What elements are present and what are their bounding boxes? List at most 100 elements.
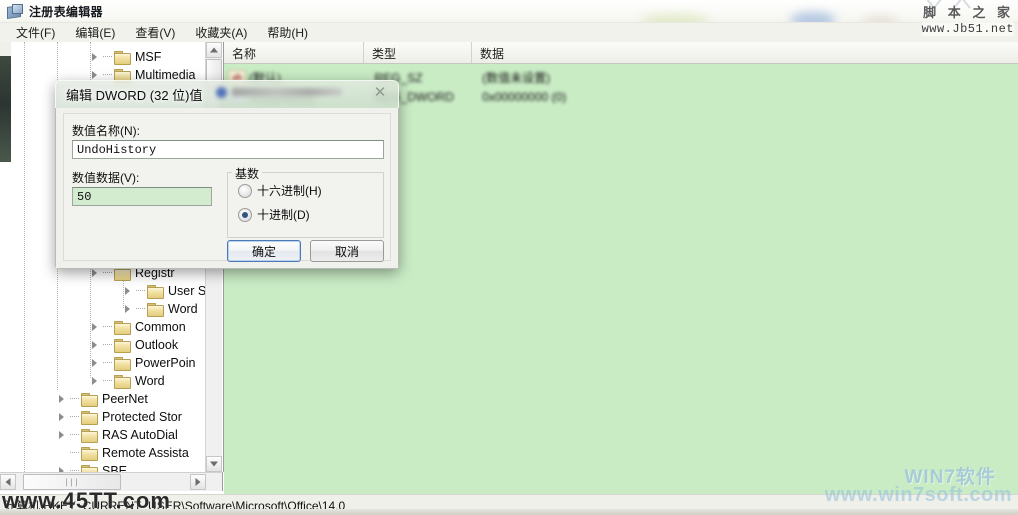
menu-file[interactable]: 文件(F): [6, 22, 65, 44]
dialog-title-bar[interactable]: 编辑 DWORD (32 位)值 ✕: [55, 80, 399, 108]
expand-arrow-icon[interactable]: [123, 304, 134, 315]
menu-favorites[interactable]: 收藏夹(A): [185, 22, 257, 44]
tree-node[interactable]: Common: [90, 318, 186, 336]
tree-dot-line: [103, 56, 112, 58]
base-group-label: 基数: [232, 165, 263, 182]
value-name-label: 数值名称(N):: [72, 124, 140, 138]
ok-button[interactable]: 确定: [227, 240, 301, 262]
tree-node[interactable]: User Se: [123, 282, 213, 300]
tree-dot-line: [70, 434, 79, 436]
folder-icon: [81, 428, 98, 443]
tree-node-label: Remote Assista: [102, 446, 189, 460]
tree-node-label: Word: [168, 302, 198, 316]
dialog-title: 编辑 DWORD (32 位)值: [66, 88, 203, 103]
folder-icon: [81, 446, 98, 461]
tree-node-label: MSF: [135, 50, 162, 64]
expand-arrow-icon[interactable]: [90, 376, 101, 387]
arrow-up-icon: [210, 47, 218, 53]
scroll-left-button[interactable]: [0, 474, 16, 490]
folder-icon: [147, 302, 164, 317]
column-header-name[interactable]: 名称: [224, 42, 364, 63]
tree-node[interactable]: PowerPoin: [90, 354, 195, 372]
tree-edge-light: [0, 42, 11, 56]
menu-edit[interactable]: 编辑(E): [65, 22, 125, 44]
scroll-down-button[interactable]: [206, 456, 222, 472]
radio-hexadecimal-icon[interactable]: [238, 183, 252, 198]
column-header-type[interactable]: 类型: [364, 42, 472, 63]
tree-node-label: Protected Stor: [102, 410, 182, 424]
expand-arrow-icon[interactable]: [90, 358, 101, 369]
tree-dot-line: [103, 344, 112, 346]
cell-data: (数值未设置): [482, 71, 551, 85]
tree-node[interactable]: Outlook: [90, 336, 178, 354]
cancel-button[interactable]: 取消: [310, 240, 384, 262]
tree-dot-line: [70, 416, 79, 418]
tree-node-label: Outlook: [135, 338, 179, 352]
expand-arrow-icon[interactable]: [90, 70, 101, 81]
expand-arrow-icon[interactable]: [123, 286, 134, 297]
tree-node[interactable]: PeerNet: [57, 390, 148, 408]
folder-icon: [114, 50, 131, 65]
menu-view[interactable]: 查看(V): [125, 22, 185, 44]
list-column-headers: 名称 类型 数据: [224, 42, 1018, 64]
tree-node-label: RAS AutoDial: [102, 428, 178, 442]
tree-hscroll-thumb[interactable]: ∣∣∣: [23, 474, 121, 490]
tree-dot-line: [70, 452, 79, 454]
folder-icon: [81, 464, 98, 472]
folder-icon: [114, 338, 131, 353]
radio-hexadecimal-label: 十六进制(H): [257, 184, 322, 198]
expand-arrow-icon[interactable]: [90, 268, 101, 279]
expand-arrow-icon[interactable]: [90, 52, 101, 63]
cell-data: 0x00000000 (0): [482, 89, 567, 104]
tree-dot-line: [103, 272, 112, 274]
tree-node-label: Word: [135, 374, 165, 388]
dialog-body: 数值名称(N): UndoHistory 数值数据(V): 50 基数 十六进制…: [55, 108, 399, 269]
expand-arrow-icon[interactable]: [90, 340, 101, 351]
radio-decimal[interactable]: 十进制(D): [238, 206, 310, 223]
close-icon[interactable]: ✕: [369, 84, 391, 101]
screen: 注册表编辑器 文件(F) 编辑(E) 查看(V) 收藏夹(A) 帮助(H) MS…: [0, 0, 1018, 515]
dialog-inner-frame: 数值名称(N): UndoHistory 数值数据(V): 50 基数 十六进制…: [63, 113, 391, 262]
tree-dot-line: [70, 398, 79, 400]
tree-dot-line: [136, 308, 145, 310]
tree-node[interactable]: Remote Assista: [57, 444, 189, 462]
value-data-label: 数值数据(V):: [72, 171, 140, 185]
showthrough-dot-icon: [216, 86, 227, 98]
value-name-input[interactable]: UndoHistory: [72, 140, 384, 159]
radio-hexadecimal[interactable]: 十六进制(H): [238, 182, 322, 199]
tree-node-label: PeerNet: [102, 392, 148, 406]
tree-node-label: SBE: [102, 464, 128, 472]
expand-arrow-icon[interactable]: [90, 322, 101, 333]
radio-decimal-label: 十进制(D): [257, 208, 310, 222]
tree-horizontal-scrollbar[interactable]: ∣∣∣: [0, 472, 223, 491]
folder-icon: [114, 356, 131, 371]
folder-icon: [81, 392, 98, 407]
column-header-data[interactable]: 数据: [472, 42, 1018, 63]
tree-node[interactable]: Protected Stor: [57, 408, 182, 426]
expand-arrow-icon[interactable]: [57, 394, 68, 405]
expand-arrow-icon[interactable]: [57, 430, 68, 441]
radio-decimal-icon[interactable]: [238, 207, 252, 222]
window-bottom-edge: [0, 509, 1018, 515]
tree-node[interactable]: SBE: [57, 462, 127, 472]
registry-editor-icon: [6, 3, 23, 20]
value-data-input[interactable]: 50: [72, 187, 212, 206]
tree-connector: [24, 42, 26, 472]
arrow-down-icon: [210, 461, 218, 467]
tree-node[interactable]: MSF: [90, 48, 161, 66]
arrow-right-icon: [195, 478, 201, 486]
folder-icon: [114, 320, 131, 335]
menu-help[interactable]: 帮助(H): [257, 22, 318, 44]
tree-node[interactable]: Word: [90, 372, 165, 390]
tree-edge-shadow: [0, 56, 11, 162]
scroll-up-button[interactable]: [206, 42, 222, 58]
edit-dword-dialog[interactable]: 编辑 DWORD (32 位)值 ✕ 数值名称(N): UndoHistory …: [55, 80, 399, 269]
scroll-right-button[interactable]: [190, 474, 206, 490]
tree-node[interactable]: RAS AutoDial: [57, 426, 178, 444]
tree-node[interactable]: Word: [123, 300, 198, 318]
expand-arrow-icon[interactable]: [57, 412, 68, 423]
tree-node-label: Common: [135, 320, 186, 334]
arrow-left-icon: [5, 478, 11, 486]
tree-node-label: PowerPoin: [135, 356, 196, 370]
scroll-thumb-grip: ∣∣∣: [64, 477, 80, 487]
